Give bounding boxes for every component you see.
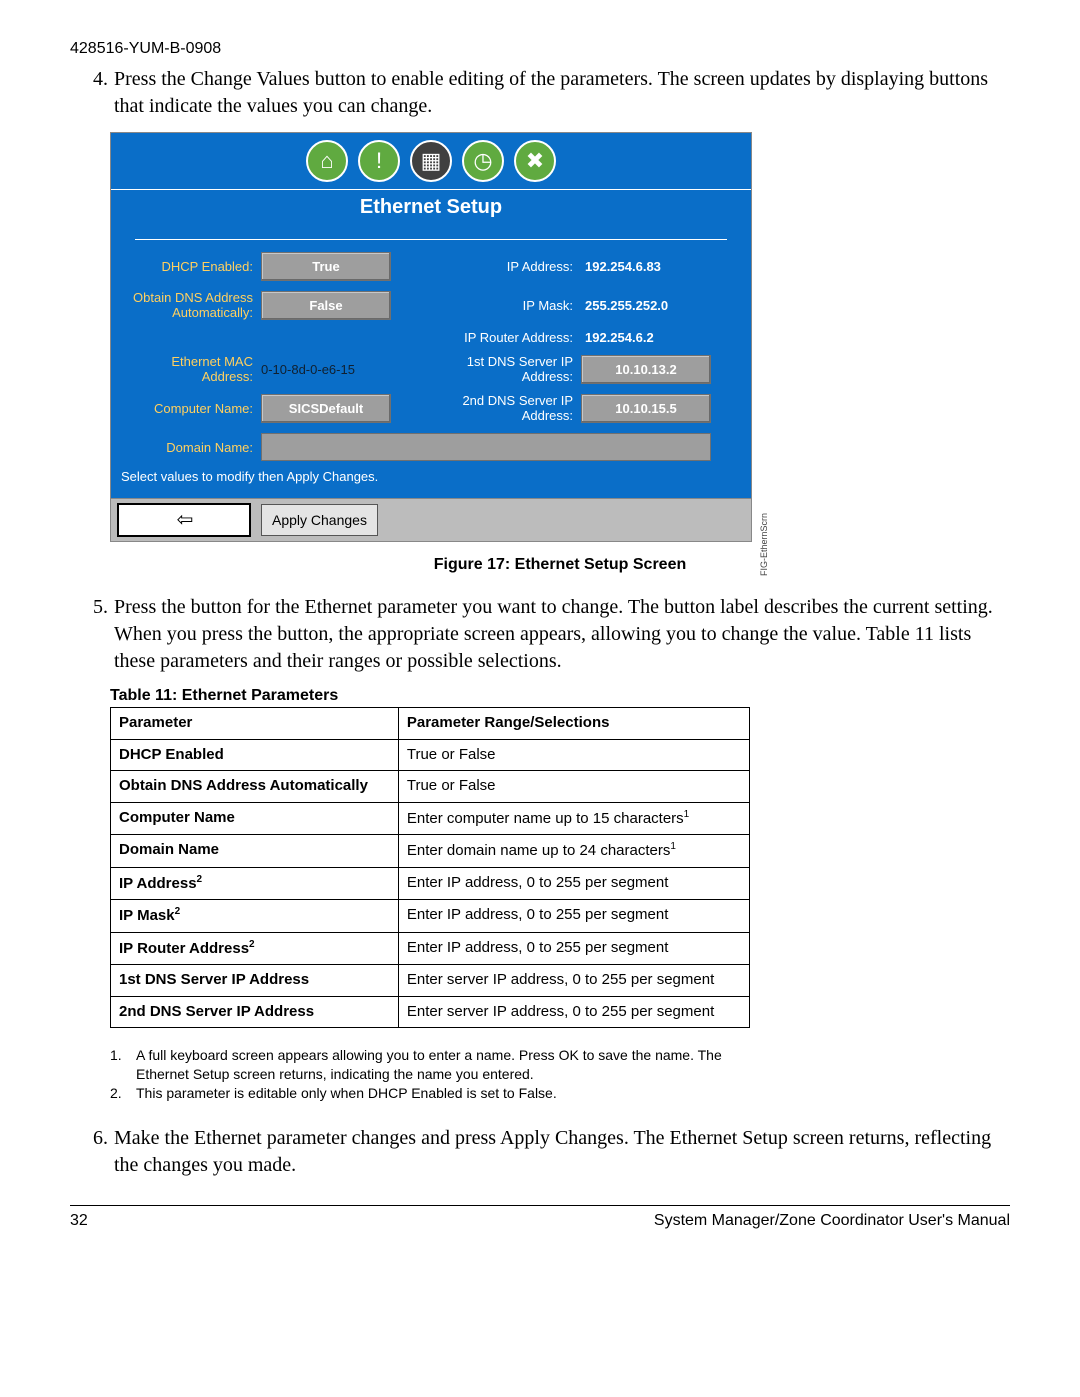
step-text: Make the Ethernet parameter changes and …	[114, 1125, 1010, 1179]
step-number: 5.	[70, 594, 114, 675]
param-name: IP Mask2	[111, 900, 399, 933]
param-range: Enter computer name up to 15 characters1	[398, 802, 749, 835]
param-name: Computer Name	[111, 802, 399, 835]
ethernet-setup-screen: ⌂ ! ▦ ◷ ✖ Ethernet Setup DHCP Enabled: T…	[110, 132, 752, 542]
ip-mask-value: 255.255.252.0	[581, 298, 711, 313]
param-name: 1st DNS Server IP Address	[111, 965, 399, 997]
screen-title: Ethernet Setup	[111, 189, 751, 225]
param-range: Enter server IP address, 0 to 255 per se…	[398, 965, 749, 997]
gauge-icon[interactable]: ◷	[462, 140, 504, 182]
computer-name-button[interactable]: SICSDefault	[261, 394, 391, 423]
footnote: 1.A full keyboard screen appears allowin…	[110, 1046, 750, 1084]
param-name: IP Address2	[111, 867, 399, 900]
step-text: Press the Change Values button to enable…	[114, 66, 1010, 120]
table-row: 1st DNS Server IP AddressEnter server IP…	[111, 965, 750, 997]
dns2-label: 2nd DNS Server IP Address:	[431, 394, 581, 423]
ip-router-label: IP Router Address:	[431, 330, 581, 345]
footnote: 2.This parameter is editable only when D…	[110, 1084, 750, 1103]
page-footer: 32 System Manager/Zone Coordinator User'…	[70, 1205, 1010, 1230]
computer-name-label: Computer Name:	[121, 401, 261, 416]
step-number: 6.	[70, 1125, 114, 1179]
param-name: 2nd DNS Server IP Address	[111, 996, 399, 1028]
ip-address-label: IP Address:	[431, 259, 581, 274]
step-5: 5. Press the button for the Ethernet par…	[70, 594, 1010, 675]
table-row: 2nd DNS Server IP AddressEnter server IP…	[111, 996, 750, 1028]
param-range: True or False	[398, 771, 749, 803]
home-icon[interactable]: ⌂	[306, 140, 348, 182]
col-parameter: Parameter	[111, 708, 399, 740]
step-number: 4.	[70, 66, 114, 120]
mac-value: 0-10-8d-0-e6-15	[261, 362, 391, 377]
figure-block: ⌂ ! ▦ ◷ ✖ Ethernet Setup DHCP Enabled: T…	[110, 132, 1010, 574]
dns1-value-button[interactable]: 10.10.13.2	[581, 355, 711, 384]
ip-address-value: 192.254.6.83	[581, 259, 711, 274]
col-range: Parameter Range/Selections	[398, 708, 749, 740]
table-row: DHCP EnabledTrue or False	[111, 739, 750, 771]
dhcp-value-button[interactable]: True	[261, 252, 391, 281]
table-row: Domain NameEnter domain name up to 24 ch…	[111, 835, 750, 868]
screen-bottom-bar: ⇦ Apply Changes	[111, 498, 751, 541]
param-range: True or False	[398, 739, 749, 771]
dns2-value-button[interactable]: 10.10.15.5	[581, 394, 711, 423]
step-6: 6. Make the Ethernet parameter changes a…	[70, 1125, 1010, 1179]
page-number: 32	[70, 1212, 88, 1230]
table-header-row: Parameter Parameter Range/Selections	[111, 708, 750, 740]
domain-name-label: Domain Name:	[121, 440, 261, 455]
manual-title: System Manager/Zone Coordinator User's M…	[654, 1212, 1010, 1230]
param-name: DHCP Enabled	[111, 739, 399, 771]
back-button[interactable]: ⇦	[117, 503, 251, 537]
dns-auto-label: Obtain DNS Address Automatically:	[121, 291, 261, 320]
table-caption: Table 11: Ethernet Parameters	[110, 687, 1010, 705]
ip-router-value: 192.254.6.2	[581, 330, 711, 345]
grid-icon[interactable]: ▦	[410, 140, 452, 182]
step-text: Press the button for the Ethernet parame…	[114, 594, 1010, 675]
table-row: IP Mask2Enter IP address, 0 to 255 per s…	[111, 900, 750, 933]
document-id: 428516-YUM-B-0908	[70, 40, 1010, 58]
arrow-left-icon: ⇦	[177, 510, 192, 530]
mac-label: Ethernet MAC Address:	[121, 355, 261, 384]
dns1-label: 1st DNS Server IP Address:	[431, 355, 581, 384]
table-row: Computer NameEnter computer name up to 1…	[111, 802, 750, 835]
step-4: 4. Press the Change Values button to ena…	[70, 66, 1010, 120]
dns-auto-value-button[interactable]: False	[261, 291, 391, 320]
param-range: Enter IP address, 0 to 255 per segment	[398, 932, 749, 965]
table-row: Obtain DNS Address AutomaticallyTrue or …	[111, 771, 750, 803]
param-range: Enter IP address, 0 to 255 per segment	[398, 867, 749, 900]
param-range: Enter domain name up to 24 characters1	[398, 835, 749, 868]
table-row: IP Router Address2Enter IP address, 0 to…	[111, 932, 750, 965]
figure-caption: Figure 17: Ethernet Setup Screen	[110, 556, 1010, 574]
instruction-line: Select values to modify then Apply Chang…	[121, 461, 741, 488]
ip-mask-label: IP Mask:	[431, 298, 581, 313]
footnotes: 1.A full keyboard screen appears allowin…	[110, 1046, 750, 1103]
apply-changes-button[interactable]: Apply Changes	[261, 504, 378, 536]
tools-icon[interactable]: ✖	[514, 140, 556, 182]
param-range: Enter IP address, 0 to 255 per segment	[398, 900, 749, 933]
param-name: Domain Name	[111, 835, 399, 868]
domain-name-field[interactable]	[261, 433, 711, 461]
parameters-table: Parameter Parameter Range/Selections DHC…	[110, 707, 750, 1028]
screen-topbar: ⌂ ! ▦ ◷ ✖	[111, 133, 751, 189]
param-name: IP Router Address2	[111, 932, 399, 965]
figure-internal-code: FIG-EthernScrn	[759, 513, 769, 576]
alert-icon[interactable]: !	[358, 140, 400, 182]
table-row: IP Address2Enter IP address, 0 to 255 pe…	[111, 867, 750, 900]
param-range: Enter server IP address, 0 to 255 per se…	[398, 996, 749, 1028]
param-name: Obtain DNS Address Automatically	[111, 771, 399, 803]
dhcp-label: DHCP Enabled:	[121, 259, 261, 274]
